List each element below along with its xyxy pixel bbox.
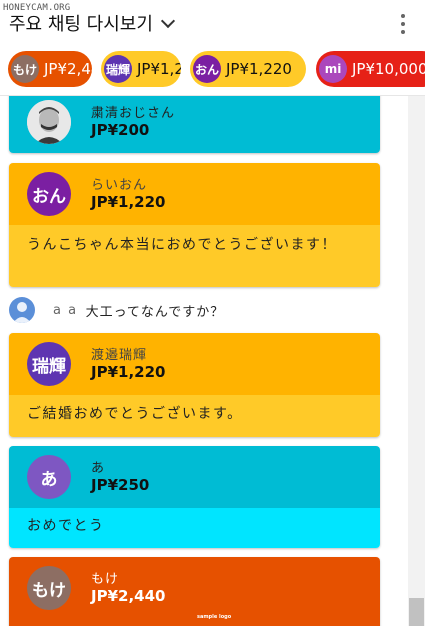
avatar bbox=[27, 100, 71, 144]
author-name: らいおん bbox=[91, 178, 148, 193]
avatar: おん bbox=[27, 172, 71, 216]
superchat-card: おん らいおん JP¥1,220 うんこちゃん本当におめでとうございます！ bbox=[9, 163, 380, 287]
scrollbar-track[interactable] bbox=[408, 96, 425, 626]
scrollbar-thumb[interactable] bbox=[409, 598, 424, 626]
chat-mode-label: 주요 채팅 다시보기 bbox=[9, 14, 153, 35]
superchat-amount: JP¥1,220 bbox=[91, 193, 166, 211]
superchat-amount: JP¥200 bbox=[91, 121, 150, 139]
avatar: mi bbox=[319, 55, 347, 83]
superchat-ticker: もけ JP¥2,440 瑞輝 JP¥1,220 おん JP¥1,220 mi J… bbox=[0, 44, 425, 96]
chat-message: a a 大工ってなんですか？ bbox=[9, 296, 224, 324]
chat-mode-dropdown[interactable]: 주요 채팅 다시보기 bbox=[9, 10, 176, 36]
avatar: あ bbox=[27, 455, 71, 499]
avatar: もけ bbox=[27, 566, 71, 610]
superchat-message: おめでとう bbox=[9, 508, 380, 548]
more-options-icon[interactable] bbox=[401, 14, 405, 34]
superchat-message: ご結婚おめでとうございます。 bbox=[9, 395, 380, 437]
author-name: もけ bbox=[91, 572, 120, 587]
avatar: もけ bbox=[11, 55, 39, 83]
superchat-message: うんこちゃん本当におめでとうございます！ bbox=[9, 225, 380, 287]
avatar: 瑞輝 bbox=[27, 342, 71, 386]
watermark: HONEYCAM.ORG bbox=[3, 3, 71, 13]
ticker-chip-1[interactable]: 瑞輝 JP¥1,220 bbox=[101, 51, 181, 87]
superchat-amount: JP¥250 bbox=[91, 476, 150, 494]
avatar: 瑞輝 bbox=[104, 55, 132, 83]
message-text: 大工ってなんですか？ bbox=[85, 304, 225, 320]
avatar: おん bbox=[193, 55, 221, 83]
superchat-amount: JP¥2,440 bbox=[91, 587, 166, 605]
superchat-card: 粛清おじさん JP¥200 bbox=[9, 96, 380, 153]
author-name: あ bbox=[91, 461, 106, 476]
ticker-chip-0[interactable]: もけ JP¥2,440 bbox=[8, 51, 92, 87]
user-avatar-icon bbox=[9, 297, 35, 323]
superchat-card: 瑞輝 渡邉瑞輝 JP¥1,220 ご結婚おめでとうございます。 bbox=[9, 333, 380, 437]
ticker-amount: JP¥10,000 bbox=[352, 60, 425, 78]
author-name: a a bbox=[53, 302, 78, 318]
ticker-chip-3[interactable]: mi JP¥10,000 bbox=[316, 51, 425, 87]
ticker-amount: JP¥2,440 bbox=[44, 60, 92, 78]
ticker-amount: JP¥1,220 bbox=[137, 60, 181, 78]
ticker-chip-2[interactable]: おん JP¥1,220 bbox=[190, 51, 306, 87]
superchat-card: あ あ JP¥250 おめでとう bbox=[9, 446, 380, 548]
sample-logo: sample logo bbox=[197, 614, 232, 620]
chat-feed[interactable]: 粛清おじさん JP¥200 おん らいおん JP¥1,220 うんこちゃん本当に… bbox=[0, 96, 408, 626]
author-name: 粛清おじさん bbox=[91, 106, 176, 121]
superchat-amount: JP¥1,220 bbox=[91, 363, 166, 381]
ticker-amount: JP¥1,220 bbox=[226, 60, 292, 78]
author-name: 渡邉瑞輝 bbox=[91, 348, 148, 363]
chevron-down-icon bbox=[160, 13, 176, 29]
superchat-card: もけ もけ JP¥2,440 bbox=[9, 557, 380, 626]
